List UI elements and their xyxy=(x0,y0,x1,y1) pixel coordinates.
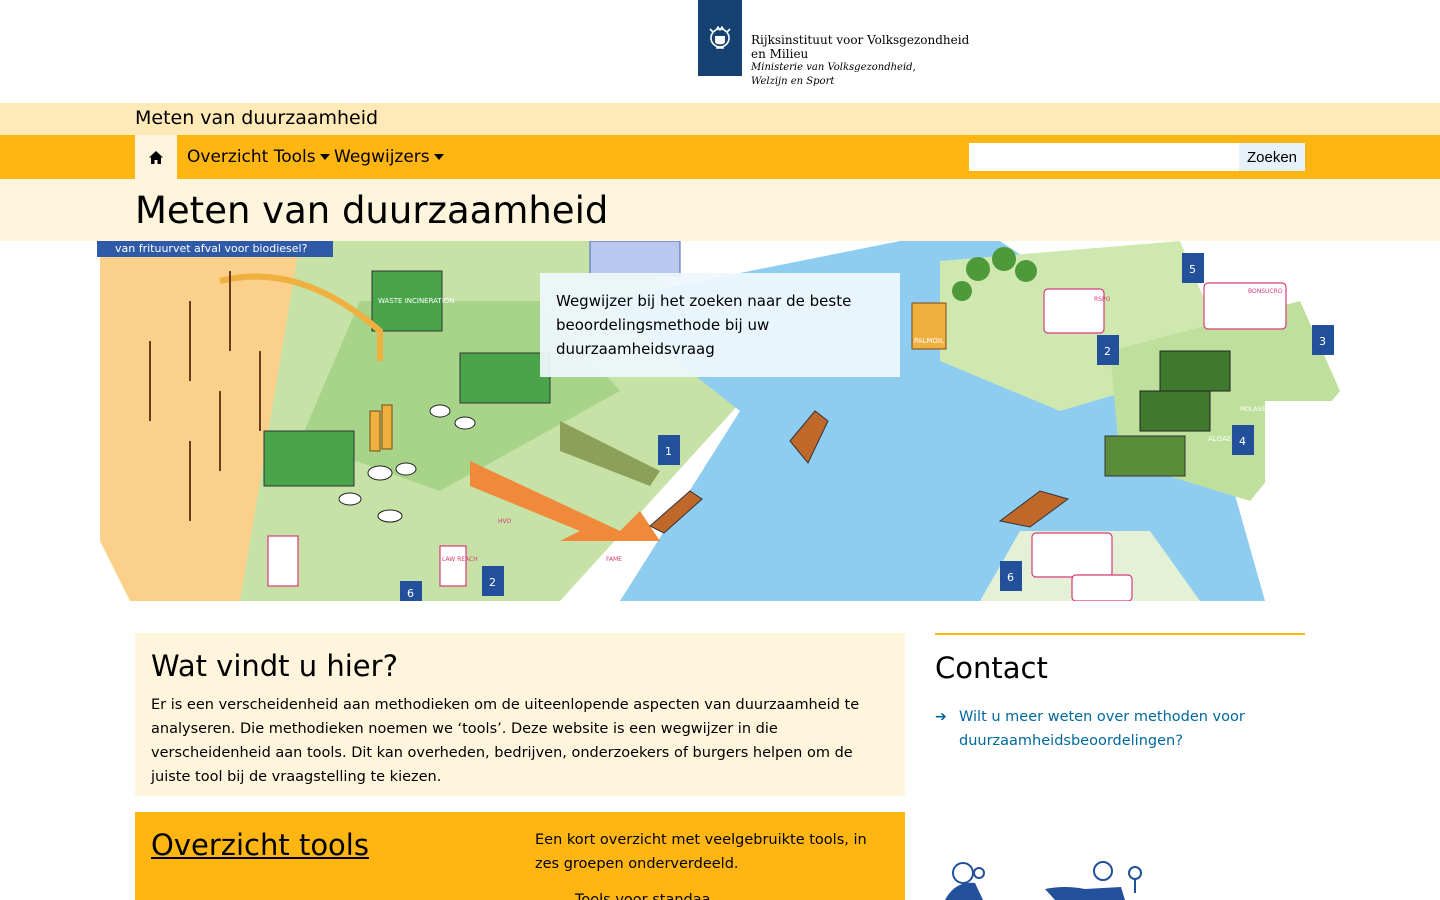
page-title-bar: Meten van duurzaamheid xyxy=(0,179,1440,241)
hero-caption: Wegwijzer bij het zoeken naar de beste b… xyxy=(540,273,900,377)
svg-text:WASTE INCINERATION: WASTE INCINERATION xyxy=(378,297,455,305)
page-title: Meten van duurzaamheid xyxy=(135,189,609,232)
intro-text: Er is een verscheidenheid aan methodieke… xyxy=(151,697,860,785)
svg-text:HVO: HVO xyxy=(498,518,512,525)
ministry-line1: Ministerie van Volksgezondheid, xyxy=(751,62,916,73)
svg-text:1: 1 xyxy=(665,445,672,458)
tools-section: Overzicht tools Een kort overzicht met v… xyxy=(135,812,905,900)
tools-description: Een kort overzicht met veelgebruikte too… xyxy=(535,832,867,872)
logo-text: Rijksinstituut voor Volksgezondheid en M… xyxy=(751,0,969,89)
nav-wegwijzers-label: Wegwijzers xyxy=(334,147,430,167)
overzicht-tools-link[interactable]: Overzicht tools xyxy=(151,828,369,862)
svg-text:LAW REACH: LAW REACH xyxy=(442,556,478,563)
svg-text:2: 2 xyxy=(1104,345,1111,358)
svg-text:5: 5 xyxy=(1189,263,1196,276)
svg-text:6: 6 xyxy=(1007,571,1014,584)
intro-section: Wat vindt u hier? Er is een verscheidenh… xyxy=(135,633,905,796)
contact-section: Contact ➔ Wilt u meer weten over methode… xyxy=(935,633,1305,753)
svg-text:PALMOIL: PALMOIL xyxy=(914,337,944,345)
contact-link[interactable]: ➔ Wilt u meer weten over methoden voor d… xyxy=(935,705,1305,753)
chevron-down-icon xyxy=(433,154,444,160)
svg-text:6: 6 xyxy=(407,587,414,600)
top-header: Rijksinstituut voor Volksgezondheid en M… xyxy=(0,0,1440,103)
hero-corner-text: van frituurvet afval voor biodiesel? xyxy=(115,242,308,255)
arrow-right-icon: ➔ xyxy=(935,709,947,725)
nav-wegwijzers[interactable]: Wegwijzers xyxy=(334,147,444,167)
home-icon xyxy=(149,150,163,164)
home-button[interactable] xyxy=(135,135,177,179)
ministry-line2: Welzijn en Sport xyxy=(751,76,835,87)
search-input[interactable] xyxy=(969,143,1239,171)
org-name-line2: en Milieu xyxy=(751,47,809,61)
intro-heading: Wat vindt u hier? xyxy=(151,649,398,683)
svg-text:BONSUCRO: BONSUCRO xyxy=(1248,288,1283,295)
coat-of-arms-icon xyxy=(698,0,742,76)
nav-overzicht-tools[interactable]: Overzicht Tools xyxy=(187,147,330,167)
svg-text:3: 3 xyxy=(1319,335,1326,348)
contact-link-text: Wilt u meer weten over methoden voor duu… xyxy=(959,709,1245,749)
contact-heading: Contact xyxy=(935,651,1048,685)
svg-text:ALGAE: ALGAE xyxy=(1208,435,1231,443)
org-name-line1: Rijksinstituut voor Volksgezondheid xyxy=(751,33,970,47)
contact-figures-illustration xyxy=(935,859,1155,900)
search-button[interactable]: Zoeken xyxy=(1239,143,1305,171)
tools-list-item[interactable]: Tools voor standaa... xyxy=(575,892,724,900)
site-name[interactable]: Meten van duurzaamheid xyxy=(135,107,378,129)
site-name-bar: Meten van duurzaamheid xyxy=(0,103,1440,135)
svg-text:RSPO: RSPO xyxy=(1094,296,1111,303)
svg-text:2: 2 xyxy=(489,576,496,589)
nav-overzicht-tools-label: Overzicht Tools xyxy=(187,147,316,167)
svg-text:FAME: FAME xyxy=(606,556,622,563)
main-content: Wat vindt u hier? Er is een verscheidenh… xyxy=(0,601,1440,900)
chevron-down-icon xyxy=(319,154,330,160)
main-nav: Overzicht Tools Wegwijzers Zoeken xyxy=(0,135,1440,179)
rivm-logo[interactable]: Rijksinstituut voor Volksgezondheid en M… xyxy=(698,0,969,89)
svg-text:4: 4 xyxy=(1239,435,1246,448)
hero-illustration: van frituurvet afval voor biodiesel? WAS… xyxy=(0,241,1440,601)
